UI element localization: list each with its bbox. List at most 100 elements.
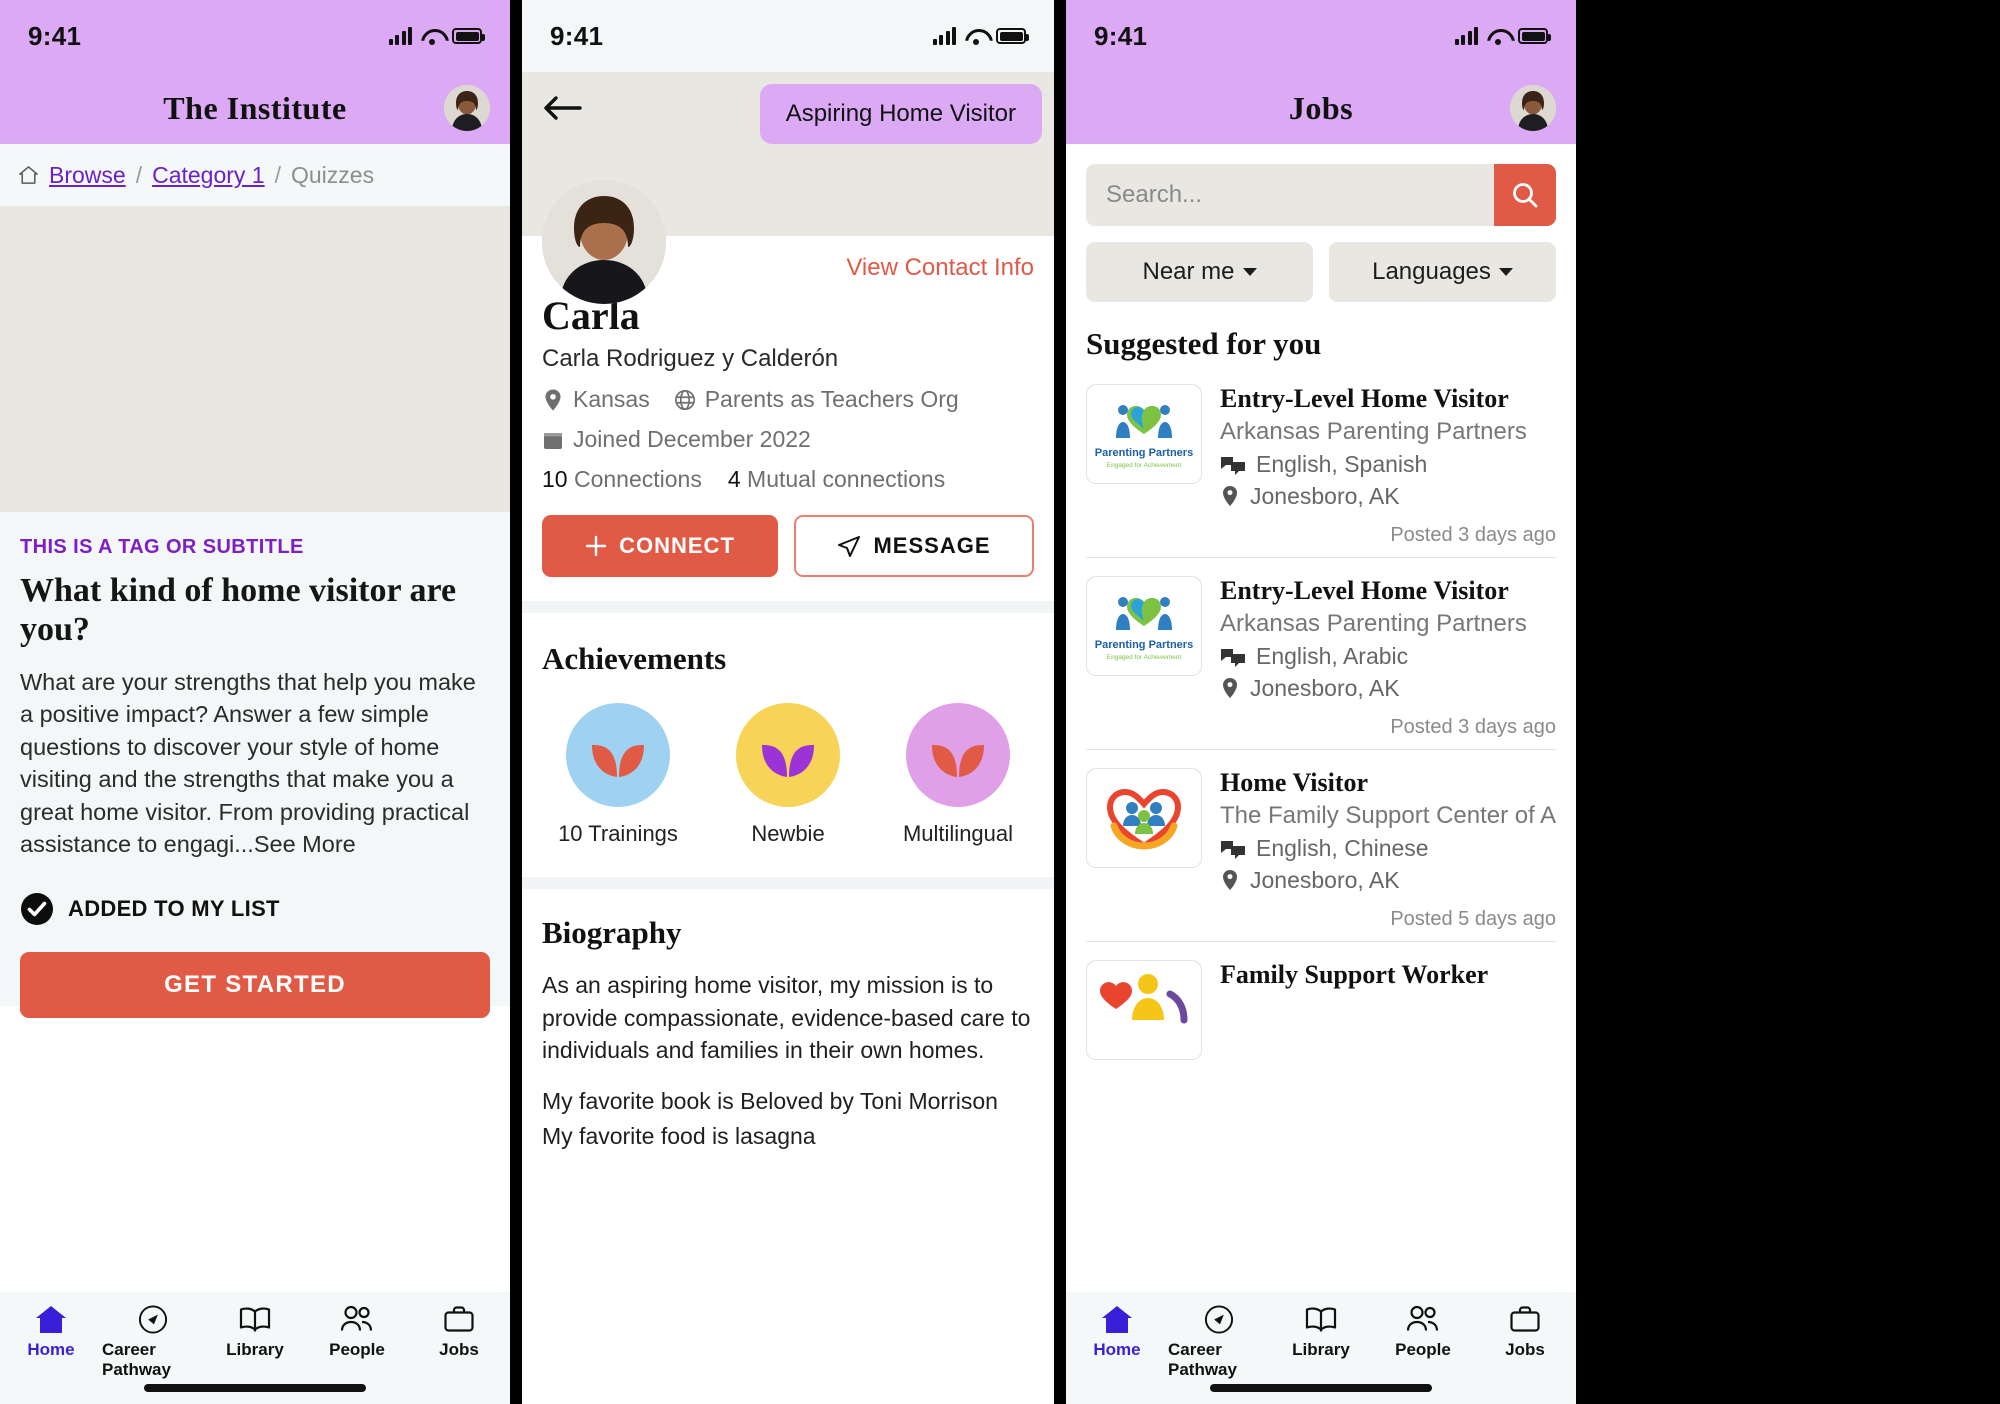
- job-languages-row: English, Spanish: [1220, 451, 1556, 478]
- tab-label-home: Home: [1093, 1340, 1141, 1359]
- tab-career-pathway[interactable]: Career Pathway: [1168, 1304, 1270, 1380]
- avatar[interactable]: [1510, 85, 1556, 131]
- profile-organization-label: Parents as Teachers Org: [704, 386, 959, 412]
- tab-label-people: People: [329, 1340, 385, 1359]
- search-input[interactable]: Search...: [1086, 164, 1494, 226]
- avatar[interactable]: [444, 85, 490, 131]
- status-bar: 9:41: [522, 0, 1054, 72]
- tab-home[interactable]: Home: [0, 1304, 102, 1360]
- breadcrumb-item-browse[interactable]: Browse: [49, 162, 126, 189]
- job-logo: Parenting Partners Engaged for Achieveme…: [1086, 576, 1202, 676]
- job-logo: [1086, 768, 1202, 868]
- quiz-title: What kind of home visitor are you?: [20, 572, 457, 649]
- search-icon: [1513, 183, 1538, 208]
- added-to-list-row[interactable]: ADDED TO MY LIST: [20, 892, 490, 926]
- achievement-badge-icon: [906, 703, 1010, 807]
- tab-label-people: People: [1395, 1340, 1451, 1359]
- tab-label-career-pathway: Career Pathway: [102, 1340, 171, 1379]
- get-started-button[interactable]: GET STARTED: [20, 952, 490, 1019]
- svg-text:Parenting Partners: Parenting Partners: [1095, 639, 1193, 651]
- wifi-icon: [1487, 27, 1509, 45]
- job-location-row: Jonesboro, AK: [1220, 675, 1556, 702]
- profile-connections-row: 10 Connections 4 Mutual connections: [542, 466, 1034, 493]
- cellular-signal-icon: [388, 27, 412, 45]
- tab-home[interactable]: Home: [1066, 1304, 1168, 1360]
- suggested-section-title: Suggested for you: [1086, 326, 1322, 361]
- book-icon: [1305, 1307, 1337, 1332]
- job-posted-date: Posted 3 days ago: [1086, 518, 1556, 558]
- status-time: 9:41: [550, 20, 604, 51]
- job-entry[interactable]: Family Support Worker: [1086, 942, 1556, 1060]
- tab-label-home: Home: [27, 1340, 75, 1359]
- tab-jobs[interactable]: Jobs: [408, 1304, 510, 1360]
- status-bar: 9:41: [0, 0, 510, 72]
- breadcrumb-separator-2: /: [274, 161, 281, 188]
- job-languages: English, Chinese: [1256, 835, 1429, 861]
- leaf-icon: [932, 744, 984, 777]
- family-support-heart-logo: [1106, 788, 1182, 850]
- message-button[interactable]: MESSAGE: [794, 515, 1034, 577]
- status-bar: 9:41: [1066, 0, 1576, 72]
- briefcase-icon: [1510, 1306, 1540, 1332]
- quiz-description[interactable]: What are your strengths that help you ma…: [20, 666, 490, 861]
- added-to-list-label: ADDED TO MY LIST: [68, 896, 280, 922]
- achievement-item[interactable]: Multilingual: [888, 703, 1028, 847]
- quiz-tag: THIS IS A TAG OR SUBTITLE: [20, 536, 304, 558]
- achievements-list: 10 Trainings Newbie Multilingual: [542, 703, 1034, 847]
- status-icons: [388, 27, 485, 45]
- job-title: Entry-Level Home Visitor: [1220, 384, 1509, 413]
- job-entry[interactable]: Home Visitor The Family Support Center o…: [1086, 750, 1556, 942]
- home-indicator: [1210, 1384, 1432, 1392]
- people-icon: [340, 1305, 373, 1331]
- panel-divider-2: [1054, 0, 1066, 1404]
- back-arrow-icon[interactable]: [542, 92, 582, 124]
- job-posted-date: Posted 5 days ago: [1086, 902, 1556, 942]
- job-organization: The Family Support Center of Arkans: [1220, 802, 1556, 829]
- phone-screen-profile: 9:41 Aspiring Home Visitor View Contact …: [522, 0, 1054, 1404]
- breadcrumb-item-category[interactable]: Category 1: [152, 162, 265, 189]
- three-phone-screenshot: 9:41 The Institute Browse / Category 1 /…: [0, 0, 2000, 1404]
- job-entry[interactable]: Parenting Partners Engaged for Achieveme…: [1086, 558, 1556, 750]
- home-icon: [36, 1306, 66, 1333]
- breadcrumb-separator: /: [135, 161, 143, 188]
- book-icon: [239, 1307, 271, 1332]
- leaf-icon: [762, 744, 814, 777]
- biography-paragraph-3: My favorite food is lasagna: [542, 1122, 816, 1149]
- search-button[interactable]: [1494, 164, 1556, 226]
- job-languages-row: English, Arabic: [1220, 643, 1556, 670]
- page-title: The Institute: [163, 89, 347, 126]
- section-divider-2: [522, 877, 1054, 889]
- parenting-partners-logo: Parenting Partners Engaged for Achieveme…: [1095, 597, 1193, 661]
- job-languages: English, Spanish: [1256, 451, 1428, 477]
- tab-people[interactable]: People: [306, 1304, 408, 1360]
- tab-library[interactable]: Library: [1270, 1304, 1372, 1360]
- tab-jobs[interactable]: Jobs: [1474, 1304, 1576, 1360]
- status-time: 9:41: [28, 20, 82, 51]
- profile-avatar[interactable]: [542, 180, 666, 304]
- check-circle-icon: [21, 893, 53, 926]
- achievement-item[interactable]: 10 Trainings: [548, 703, 688, 847]
- filter-near-me[interactable]: Near me: [1086, 242, 1313, 302]
- calendar-icon: [544, 432, 562, 449]
- home-icon: [1102, 1306, 1132, 1333]
- achievement-badge-icon: [566, 703, 670, 807]
- compass-icon: [1204, 1305, 1234, 1334]
- profile-joined: Joined December 2022: [542, 426, 811, 453]
- connect-button[interactable]: CONNECT: [542, 515, 778, 577]
- tab-library[interactable]: Library: [204, 1304, 306, 1360]
- plus-icon: [585, 535, 607, 557]
- tab-people[interactable]: People: [1372, 1304, 1474, 1360]
- filter-languages[interactable]: Languages: [1329, 242, 1556, 302]
- job-location: Jonesboro, AK: [1250, 483, 1400, 509]
- achievement-item[interactable]: Newbie: [718, 703, 858, 847]
- tab-label-library: Library: [1292, 1340, 1350, 1359]
- tab-career-pathway[interactable]: Career Pathway: [102, 1304, 204, 1380]
- profile-full-name: Carla Rodriguez y Calderón: [542, 345, 839, 372]
- location-pin-icon: [545, 389, 561, 410]
- chevron-down-icon: [1498, 268, 1513, 276]
- chat-bubbles-icon: [1221, 456, 1245, 475]
- wifi-icon: [965, 27, 987, 45]
- profile-location-label: Kansas: [573, 386, 650, 412]
- battery-icon: [452, 28, 485, 44]
- job-entry[interactable]: Parenting Partners Engaged for Achieveme…: [1086, 366, 1556, 558]
